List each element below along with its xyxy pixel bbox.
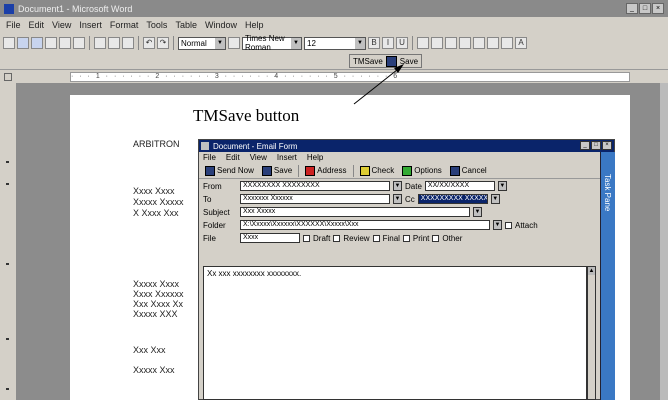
scroll-up-icon[interactable]: ▲ bbox=[588, 267, 595, 275]
send-now-label: Send Now bbox=[217, 166, 254, 175]
dialog-controls: _ □ × bbox=[580, 141, 612, 150]
address-book-icon bbox=[305, 165, 316, 176]
check-label: Check bbox=[371, 166, 395, 175]
options-button[interactable]: Options bbox=[400, 165, 444, 176]
cc-field[interactable]: XXXXXXXXX XXXXXX bbox=[417, 194, 488, 204]
task-pane-label: Task Pane bbox=[603, 174, 612, 212]
date-label: Date bbox=[405, 181, 422, 191]
cc-label: Cc bbox=[405, 194, 415, 204]
options-icon bbox=[402, 165, 413, 176]
folder-label: Folder bbox=[203, 220, 226, 230]
cc-dropdown-icon[interactable]: ▼ bbox=[490, 194, 500, 204]
task-pane[interactable]: Task Pane bbox=[600, 152, 615, 400]
to-row: To Xxxxxxx Xxxxxx ▼ Cc XXXXXXXXX XXXXXX … bbox=[199, 193, 614, 205]
dialog-close-button[interactable]: × bbox=[602, 141, 612, 150]
folder-browse-icon[interactable]: ▼ bbox=[493, 220, 502, 230]
dialog-toolbar: Send Now Save Address Check Options Canc… bbox=[199, 163, 614, 179]
from-dropdown-icon[interactable]: ▼ bbox=[393, 181, 402, 191]
options-label: Options bbox=[414, 166, 442, 175]
dialog-save-label: Save bbox=[273, 166, 293, 175]
file-row: File Xxxx Draft Review Final Print Other bbox=[199, 232, 614, 244]
final-label: Final bbox=[382, 233, 400, 243]
toolbar-divider bbox=[298, 164, 300, 177]
send-icon bbox=[205, 165, 215, 176]
other-label: Other bbox=[442, 233, 463, 243]
dialog-menubar: File Edit View Insert Help bbox=[199, 152, 614, 163]
dialog-menu-edit[interactable]: Edit bbox=[226, 153, 240, 162]
email-form-dialog: Document - Email Form _ □ × File Edit Vi… bbox=[198, 139, 615, 400]
message-body[interactable]: Xx xxx xxxxxxxx xxxxxxxx. bbox=[203, 266, 587, 400]
send-now-button[interactable]: Send Now bbox=[203, 165, 256, 176]
review-checkbox[interactable] bbox=[333, 234, 341, 242]
dialog-menu-insert[interactable]: Insert bbox=[277, 153, 297, 162]
to-label: To bbox=[203, 194, 212, 204]
review-label: Review bbox=[343, 233, 370, 243]
folder-row: Folder X:\Xxxxx\Xxxxxx\XXXXXX\Xxxxx\Xxx … bbox=[199, 219, 614, 231]
print-label: Print bbox=[412, 233, 430, 243]
date-field[interactable]: XX/XX/XXXX bbox=[424, 181, 495, 191]
other-checkbox[interactable] bbox=[432, 234, 440, 242]
draft-label: Draft bbox=[313, 233, 331, 243]
address-label: Address bbox=[317, 166, 347, 175]
to-dropdown-icon[interactable]: ▼ bbox=[393, 194, 402, 204]
address-button[interactable]: Address bbox=[303, 165, 348, 176]
to-field[interactable]: Xxxxxxx Xxxxxx bbox=[240, 194, 390, 204]
file-field[interactable]: Xxxx bbox=[240, 233, 300, 243]
subject-label: Subject bbox=[203, 207, 230, 217]
dialog-save-button[interactable]: Save bbox=[260, 165, 294, 176]
dialog-title: Document - Email Form bbox=[213, 141, 298, 151]
dialog-titlebar: Document - Email Form _ □ × bbox=[199, 140, 614, 152]
subject-dropdown-icon[interactable]: ▼ bbox=[473, 207, 482, 217]
toolbar-divider bbox=[352, 164, 354, 177]
dialog-menu-file[interactable]: File bbox=[203, 153, 216, 162]
subject-field[interactable]: Xxx Xxxxx bbox=[240, 207, 470, 217]
dialog-menu-view[interactable]: View bbox=[250, 153, 267, 162]
final-checkbox[interactable] bbox=[372, 234, 380, 242]
check-icon bbox=[359, 165, 370, 176]
dialog-cancel-label: Cancel bbox=[461, 166, 487, 175]
print-checkbox[interactable] bbox=[402, 234, 410, 242]
cancel-icon bbox=[449, 165, 460, 176]
dialog-maximize-button[interactable]: □ bbox=[591, 141, 601, 150]
draft-checkbox[interactable] bbox=[303, 234, 310, 242]
dialog-app-icon bbox=[201, 142, 209, 150]
message-scrollbar[interactable]: ▲ bbox=[587, 266, 596, 400]
attach-label: Attach bbox=[515, 220, 538, 230]
date-dropdown-icon[interactable]: ▼ bbox=[497, 181, 507, 191]
dialog-minimize-button[interactable]: _ bbox=[580, 141, 590, 150]
from-label: From bbox=[203, 181, 222, 191]
from-row: From XXXXXXXX XXXXXXXX ▼ Date XX/XX/XXXX… bbox=[199, 180, 614, 192]
save-icon bbox=[261, 165, 272, 176]
attach-checkbox[interactable] bbox=[505, 221, 512, 229]
folder-field[interactable]: X:\Xxxxx\Xxxxxx\XXXXXX\Xxxxx\Xxx bbox=[240, 220, 490, 230]
message-body-text: Xx xxx xxxxxxxx xxxxxxxx. bbox=[207, 269, 302, 278]
tmsave-annotation-label: TMSave button bbox=[191, 106, 302, 126]
file-label: File bbox=[203, 233, 216, 243]
dialog-cancel-button[interactable]: Cancel bbox=[448, 165, 489, 176]
subject-row: Subject Xxx Xxxxx ▼ bbox=[199, 206, 614, 218]
check-names-button[interactable]: Check bbox=[358, 165, 397, 176]
from-field[interactable]: XXXXXXXX XXXXXXXX bbox=[240, 181, 390, 191]
dialog-menu-help[interactable]: Help bbox=[307, 153, 323, 162]
